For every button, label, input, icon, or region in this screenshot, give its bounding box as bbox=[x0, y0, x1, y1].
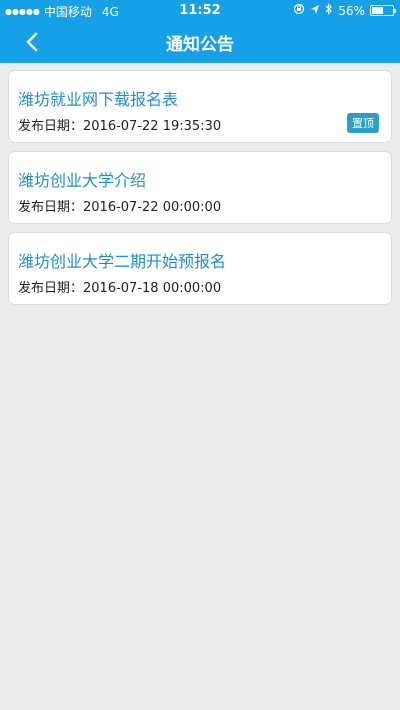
pinned-badge: 置顶 bbox=[347, 113, 379, 133]
status-right: 56% bbox=[293, 3, 396, 18]
notice-date-row: 发布日期：2016-07-22 19:35:30 bbox=[18, 115, 221, 134]
date-value: 2016-07-22 19:35:30 bbox=[83, 119, 222, 134]
notice-title: 潍坊创业大学二期开始预报名 bbox=[18, 252, 227, 271]
notice-card-3[interactable]: 潍坊创业大学二期开始预报名 发布日期：2016-07-18 00:00:00 bbox=[8, 232, 392, 305]
date-value: 2016-07-22 00:00:00 bbox=[83, 200, 222, 215]
notice-list: 潍坊就业网下载报名表 发布日期：2016-07-22 19:35:30 置顶 潍… bbox=[8, 70, 392, 313]
notice-card-2[interactable]: 潍坊创业大学介绍 发布日期：2016-07-22 00:00:00 bbox=[8, 151, 392, 224]
date-label: 发布日期： bbox=[18, 119, 84, 134]
notice-title: 潍坊创业大学介绍 bbox=[18, 171, 147, 190]
bluetooth-icon bbox=[325, 3, 333, 18]
date-label: 发布日期： bbox=[18, 281, 84, 296]
battery-percentage: 56% bbox=[338, 3, 365, 18]
notice-date-row: 发布日期：2016-07-22 00:00:00 bbox=[18, 196, 221, 215]
battery-level bbox=[372, 7, 384, 14]
status-bar: ●●●●● 中国移动 4G 11:52 56% bbox=[0, 0, 400, 20]
location-icon bbox=[310, 4, 320, 18]
date-value: 2016-07-18 00:00:00 bbox=[83, 281, 222, 296]
battery-icon bbox=[370, 5, 396, 16]
notice-card-1[interactable]: 潍坊就业网下载报名表 发布日期：2016-07-22 19:35:30 置顶 bbox=[8, 70, 392, 143]
date-label: 发布日期： bbox=[18, 200, 84, 215]
rotation-lock-icon bbox=[293, 3, 305, 18]
nav-bar: 通知公告 bbox=[0, 20, 400, 63]
page-title: 通知公告 bbox=[166, 35, 234, 55]
notice-title: 潍坊就业网下载报名表 bbox=[18, 90, 179, 109]
notice-date-row: 发布日期：2016-07-18 00:00:00 bbox=[18, 277, 221, 296]
